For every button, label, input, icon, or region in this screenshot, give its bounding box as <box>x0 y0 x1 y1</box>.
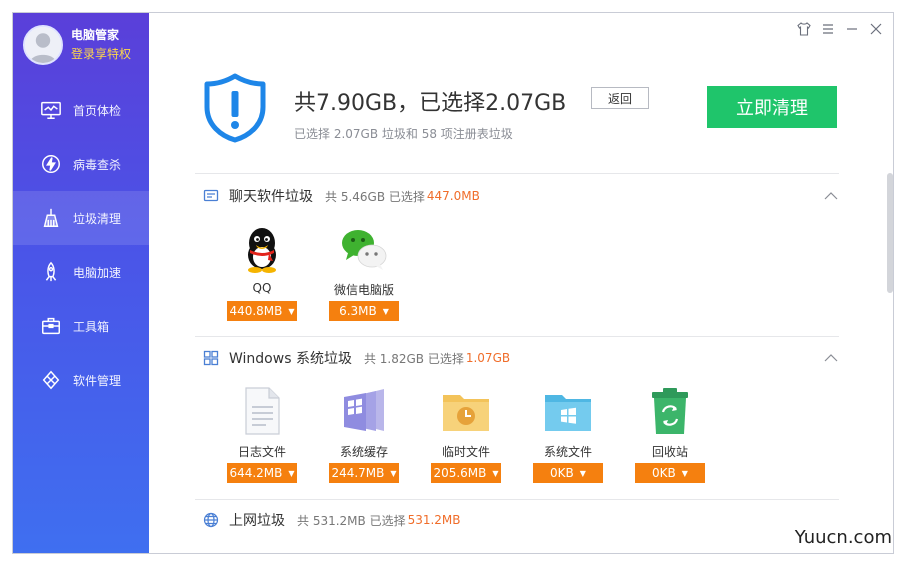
item-label: QQ <box>252 281 272 295</box>
summary-subtitle: 已选择 2.07GB 垃圾和 58 项注册表垃圾 <box>294 127 513 141</box>
section-title: 聊天软件垃圾 <box>229 189 313 205</box>
size-value: 0KB <box>652 466 676 480</box>
item-label: 系统文件 <box>543 445 592 459</box>
caret-down-icon: ▼ <box>382 306 389 316</box>
size-dropdown[interactable]: 644.2MB ▼ <box>227 463 297 483</box>
system-folder-icon <box>540 383 596 439</box>
list-item[interactable]: QQ 440.8MB ▼ <box>227 221 297 321</box>
size-dropdown[interactable]: 205.6MB ▼ <box>431 463 501 483</box>
item-label: 系统缓存 <box>339 445 388 459</box>
globe-icon <box>203 512 219 528</box>
caret-down-icon: ▼ <box>288 306 295 316</box>
chat-icon <box>203 188 219 204</box>
divider <box>195 499 839 500</box>
login-link[interactable]: 登录享特权 <box>71 45 131 62</box>
monitor-icon <box>39 98 63 122</box>
scrollbar[interactable] <box>887 173 893 293</box>
list-item[interactable]: 系统文件 0KB ▼ <box>533 383 603 483</box>
windows-icon <box>203 350 219 366</box>
avatar[interactable] <box>23 25 63 65</box>
size-value: 6.3MB <box>339 304 377 318</box>
qq-icon <box>234 221 290 277</box>
sidebar: 电脑管家 登录享特权 首页体检 病毒查杀 垃圾清理 电脑加速 工具箱 软件管理 <box>13 13 149 553</box>
sidebar-item-virus[interactable]: 病毒查杀 <box>13 137 149 191</box>
profile-name: 电脑管家 <box>71 28 120 42</box>
app-window: 电脑管家 登录享特权 首页体检 病毒查杀 垃圾清理 电脑加速 工具箱 软件管理 … <box>12 12 894 554</box>
sidebar-item-label: 电脑加速 <box>73 265 122 280</box>
list-item[interactable]: 日志文件 644.2MB ▼ <box>227 383 297 483</box>
sidebar-item-toolbox[interactable]: 工具箱 <box>13 299 149 353</box>
windows-items: 日志文件 644.2MB ▼ 系统缓存 244.7MB ▼ 临时文件 205.6… <box>227 383 705 483</box>
size-value: 244.7MB <box>331 466 385 480</box>
sidebar-item-label: 工具箱 <box>73 319 110 334</box>
sidebar-item-software[interactable]: 软件管理 <box>13 353 149 407</box>
section-selected: 1.07GB <box>465 351 511 365</box>
size-dropdown[interactable]: 0KB ▼ <box>635 463 705 483</box>
sidebar-nav: 首页体检 病毒查杀 垃圾清理 电脑加速 工具箱 软件管理 <box>13 83 149 407</box>
temp-folder-icon <box>438 383 494 439</box>
size-value: 205.6MB <box>433 466 487 480</box>
chevron-up-icon[interactable] <box>823 350 839 366</box>
sidebar-item-label: 软件管理 <box>73 373 122 388</box>
section-selected: 447.0MB <box>426 189 480 203</box>
section-selected: 531.2MB <box>407 513 461 527</box>
list-item[interactable]: 微信电脑版 6.3MB ▼ <box>329 221 399 321</box>
watermark: Yuucn.com <box>794 527 892 548</box>
list-item[interactable]: 临时文件 205.6MB ▼ <box>431 383 501 483</box>
caret-down-icon: ▼ <box>492 468 499 478</box>
section-meta: 共 531.2MB 已选择 <box>297 513 406 528</box>
lightning-icon <box>39 152 63 176</box>
user-avatar-icon <box>25 27 61 63</box>
broom-icon <box>39 206 63 230</box>
size-value: 440.8MB <box>229 304 283 318</box>
size-dropdown[interactable]: 440.8MB ▼ <box>227 301 297 321</box>
caret-down-icon: ▼ <box>288 468 295 478</box>
section-chat-header: 聊天软件垃圾 共 5.46GB 已选择 447.0MB <box>203 186 839 206</box>
section-meta: 共 1.82GB 已选择 <box>363 351 464 366</box>
section-title: 上网垃圾 <box>229 513 285 529</box>
sidebar-item-checkup[interactable]: 首页体检 <box>13 83 149 137</box>
system-cache-icon <box>336 383 392 439</box>
sidebar-item-label: 垃圾清理 <box>73 211 122 226</box>
toolbox-icon <box>39 314 63 338</box>
clean-now-button[interactable]: 立即清理 <box>707 86 837 128</box>
rocket-icon <box>39 260 63 284</box>
software-icon <box>39 368 63 392</box>
caret-down-icon: ▼ <box>681 468 688 478</box>
wechat-icon <box>336 221 392 277</box>
profile[interactable]: 电脑管家 登录享特权 <box>23 23 143 73</box>
sidebar-item-speedup[interactable]: 电脑加速 <box>13 245 149 299</box>
shield-icon <box>204 73 266 143</box>
divider <box>195 173 839 174</box>
sidebar-item-cleanup[interactable]: 垃圾清理 <box>13 191 149 245</box>
list-item[interactable]: 回收站 0KB ▼ <box>635 383 705 483</box>
back-button[interactable]: 返回 <box>591 87 649 109</box>
summary-headline: 共7.90GB，已选择2.07GB <box>294 91 567 116</box>
caret-down-icon: ▼ <box>390 468 397 478</box>
item-label: 微信电脑版 <box>333 283 394 297</box>
section-title: Windows 系统垃圾 <box>229 351 352 367</box>
recycle-bin-icon <box>642 383 698 439</box>
size-dropdown[interactable]: 0KB ▼ <box>533 463 603 483</box>
size-dropdown[interactable]: 6.3MB ▼ <box>329 301 399 321</box>
size-dropdown[interactable]: 244.7MB ▼ <box>329 463 399 483</box>
section-meta: 共 5.46GB 已选择 <box>325 189 425 204</box>
section-internet-header: 上网垃圾 共 531.2MB 已选择 531.2MB <box>203 510 839 530</box>
chevron-up-icon[interactable] <box>823 188 839 204</box>
sidebar-item-label: 首页体检 <box>73 103 122 118</box>
item-label: 回收站 <box>651 445 688 459</box>
main-panel: 共7.90GB，已选择2.07GB 返回 已选择 2.07GB 垃圾和 58 项… <box>149 13 893 553</box>
size-value: 644.2MB <box>229 466 283 480</box>
item-label: 临时文件 <box>441 445 490 459</box>
list-item[interactable]: 系统缓存 244.7MB ▼ <box>329 383 399 483</box>
section-windows-header: Windows 系统垃圾 共 1.82GB 已选择 1.07GB <box>203 348 839 368</box>
divider <box>195 336 839 337</box>
size-value: 0KB <box>550 466 574 480</box>
log-file-icon <box>234 383 290 439</box>
sidebar-item-label: 病毒查杀 <box>73 157 122 172</box>
caret-down-icon: ▼ <box>579 468 586 478</box>
chat-items: QQ 440.8MB ▼ 微信电脑版 6.3MB ▼ <box>227 221 399 321</box>
item-label: 日志文件 <box>237 445 286 459</box>
